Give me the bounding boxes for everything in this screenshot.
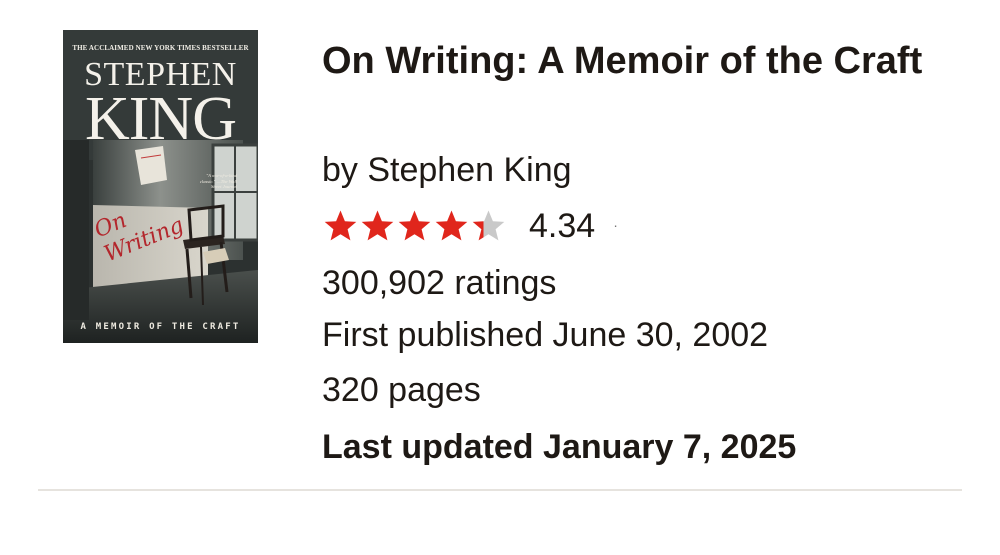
star-icon [324,210,357,240]
separator-dot: · [613,217,618,233]
rating-row: 4.34 · [322,206,618,246]
book-cover-image[interactable]: THE ACCLAIMED NEW YORK TIMES BESTSELLER … [63,30,258,343]
average-rating[interactable]: 4.34 [529,206,595,246]
first-published: First published June 30, 2002 [322,316,769,354]
last-updated: Last updated January 7, 2025 [322,428,797,466]
divider [38,489,962,491]
page-count: 320 pages [322,371,481,409]
byline: by Stephen King [322,150,572,190]
author-link[interactable]: Stephen King [367,151,571,189]
star-icon [361,210,394,240]
cover-quote: "A one-of-a-kind classic." —The Wall Str… [199,173,237,190]
star-rating[interactable] [322,208,507,245]
cover-author-last-name: KING [85,85,237,153]
ratings-count[interactable]: 300,902 ratings [322,263,556,303]
star-icon [435,210,468,240]
book-card: THE ACCLAIMED NEW YORK TIMES BESTSELLER … [0,0,1000,491]
star-icon [472,210,505,240]
star-icon [398,210,431,240]
cover-tagline: THE ACCLAIMED NEW YORK TIMES BESTSELLER [72,44,249,52]
cover-subtitle: A MEMOIR OF THE CRAFT [80,322,241,332]
byline-prefix: by [322,151,368,189]
book-title[interactable]: On Writing: A Memoir of the Craft [322,37,962,86]
